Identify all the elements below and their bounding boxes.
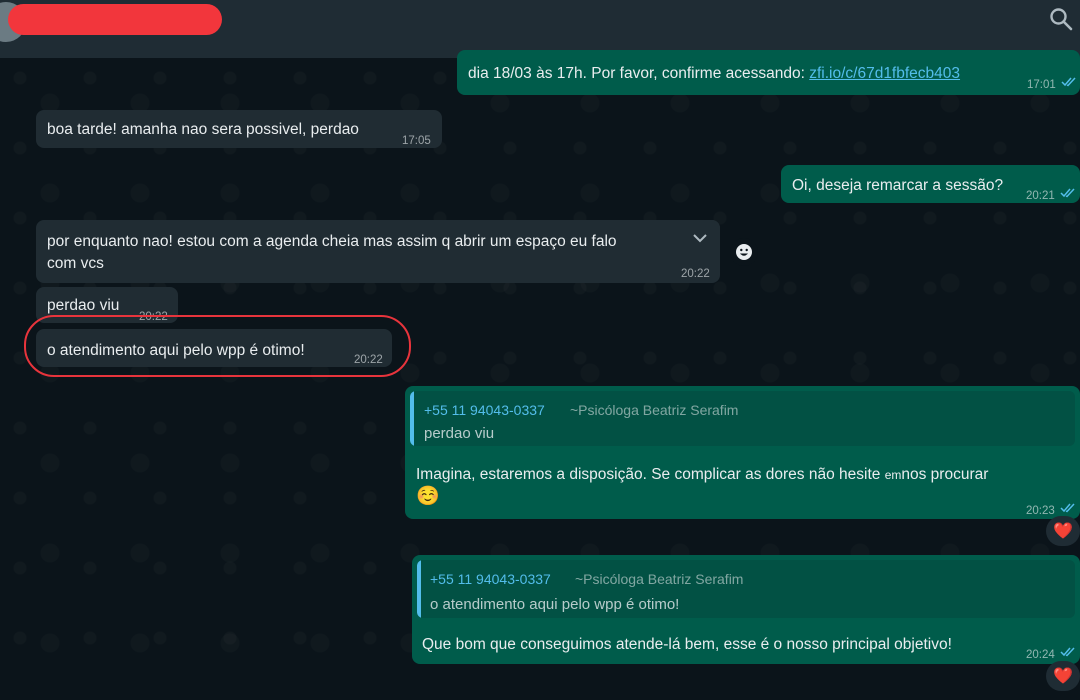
message-link[interactable]: zfi.io/c/67d1fbfecb403 <box>809 65 960 82</box>
highlight-circle-annotation <box>24 315 411 377</box>
chevron-down-icon[interactable] <box>692 232 708 244</box>
message-bubble-outgoing[interactable]: +55 11 94043-0337 ~Psicóloga Beatriz Ser… <box>405 386 1080 519</box>
message-time: 17:05 <box>402 135 431 147</box>
double-check-icon <box>1060 188 1075 198</box>
quote-bar <box>417 560 421 618</box>
message-text-line-2: com vcs <box>47 255 104 272</box>
message-text: perdao viu <box>47 297 120 314</box>
message-text: dia 18/03 às 17h. Por favor, confirme ac… <box>468 65 810 82</box>
search-icon[interactable] <box>1048 6 1074 32</box>
message-text: Imagina, estaremos a disposição. Se comp… <box>416 466 881 483</box>
quote-phone: +55 11 94043-0337 <box>430 571 551 587</box>
quote-sender-name: ~Psicóloga Beatriz Serafim <box>570 402 739 418</box>
double-check-icon <box>1060 503 1075 513</box>
quote-bar <box>410 391 414 446</box>
heart-icon: ❤️ <box>1053 668 1073 685</box>
message-text-line-1: por enquanto nao! estou com a agenda che… <box>47 233 617 250</box>
message-bubble-incoming[interactable]: boa tarde! amanha nao sera possivel, per… <box>36 110 442 148</box>
quoted-message[interactable]: +55 11 94043-0337 ~Psicóloga Beatriz Ser… <box>417 560 1075 618</box>
redacted-contact-name <box>8 4 222 35</box>
quote-phone: +55 11 94043-0337 <box>424 402 545 418</box>
message-text-end: nos procurar <box>901 466 989 483</box>
smiling-face-icon: ☺️ <box>416 486 440 507</box>
heart-icon: ❤️ <box>1053 523 1073 540</box>
message-time: 20:22 <box>681 268 710 280</box>
reaction-badge[interactable]: ❤️ <box>1046 661 1080 691</box>
message-bubble-outgoing[interactable]: dia 18/03 às 17h. Por favor, confirme ac… <box>457 50 1080 95</box>
message-time: 17:01 <box>1027 79 1056 91</box>
quote-text: perdao viu <box>424 425 495 442</box>
message-bubble-outgoing[interactable]: Oi, deseja remarcar a sessão? 20:21 <box>781 165 1080 203</box>
message-bubble-outgoing[interactable]: +55 11 94043-0337 ~Psicóloga Beatriz Ser… <box>412 555 1080 664</box>
double-check-icon <box>1060 647 1075 657</box>
message-text: Que bom que conseguimos atende-lá bem, e… <box>422 636 952 653</box>
smiley-icon[interactable] <box>730 238 758 266</box>
quote-text: o atendimento aqui pelo wpp é otimo! <box>430 596 680 613</box>
quote-sender-name: ~Psicóloga Beatriz Serafim <box>575 571 744 587</box>
double-check-icon <box>1061 77 1076 87</box>
reaction-badge[interactable]: ❤️ <box>1046 516 1080 546</box>
message-bubble-incoming[interactable]: por enquanto nao! estou com a agenda che… <box>36 220 720 283</box>
message-text-small: em <box>884 468 902 482</box>
message-text: Oi, deseja remarcar a sessão? <box>792 177 1004 194</box>
quoted-message[interactable]: +55 11 94043-0337 ~Psicóloga Beatriz Ser… <box>410 391 1075 446</box>
message-text: boa tarde! amanha nao sera possivel, per… <box>47 121 359 138</box>
message-time: 20:24 <box>1026 649 1055 661</box>
message-time: 20:21 <box>1026 190 1055 202</box>
